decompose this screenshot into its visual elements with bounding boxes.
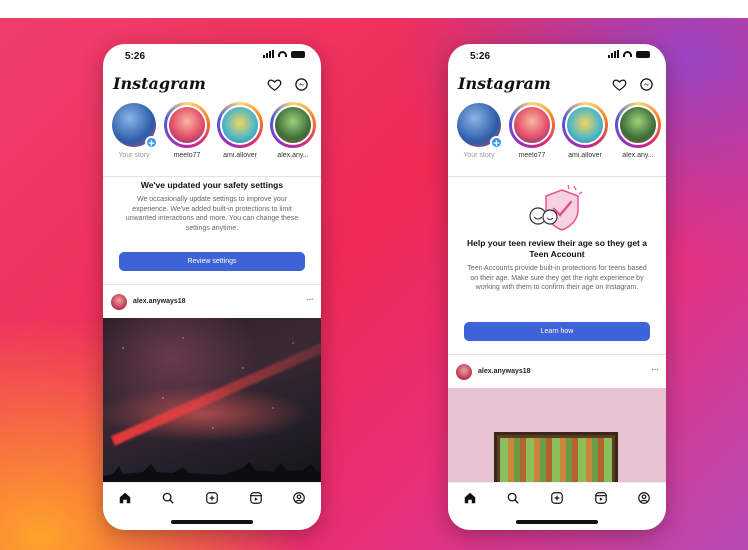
home-icon[interactable] — [118, 491, 132, 505]
notice-body: We occasionally update settings to impro… — [125, 196, 299, 232]
app-header: Instagram — [448, 70, 666, 98]
notice-title: We've updated your safety settings — [140, 180, 284, 190]
instagram-logo: Instagram — [458, 74, 551, 93]
search-icon[interactable] — [506, 491, 520, 505]
post-header: alex.anyways18 ··· — [448, 360, 666, 386]
add-story-icon[interactable]: + — [490, 136, 503, 150]
story-username: meelo77 — [518, 152, 546, 159]
status-bar: 5:26 — [448, 44, 666, 66]
learn-how-button[interactable]: Learn how — [464, 322, 650, 341]
story-username: meelo77 — [173, 152, 201, 159]
divider — [103, 284, 321, 285]
notice-title: Help your teen review their age so they … — [467, 238, 647, 259]
status-time: 5:26 — [470, 51, 491, 62]
story-username: ami.allover — [223, 152, 257, 159]
reels-icon[interactable] — [249, 491, 263, 505]
post-username[interactable]: alex.anyways18 — [478, 368, 531, 375]
home-indicator — [171, 520, 253, 524]
avatar — [618, 105, 658, 145]
story-item[interactable]: ami.allover — [562, 102, 608, 174]
avatar — [273, 105, 313, 145]
status-indicators — [608, 50, 650, 58]
review-settings-button[interactable]: Review settings — [119, 252, 305, 271]
tree-silhouette — [103, 462, 321, 482]
wifi-icon — [278, 51, 287, 57]
status-indicators — [263, 50, 305, 58]
teen-shield-illustration — [529, 184, 583, 231]
status-time: 5:26 — [125, 51, 146, 62]
story-item[interactable]: + Your story — [456, 102, 503, 174]
add-story-icon[interactable]: + — [145, 136, 158, 150]
avatar — [167, 105, 207, 145]
post-header: alex.anyways18 ··· — [103, 290, 321, 316]
story-username: alex.any... — [277, 152, 309, 159]
home-icon[interactable] — [463, 491, 477, 505]
status-bar: 5:26 — [103, 44, 321, 66]
story-item[interactable]: ami.allover — [217, 102, 263, 174]
divider — [103, 176, 321, 177]
home-indicator — [516, 520, 598, 524]
avatar — [565, 105, 605, 145]
bottom-tab-bar — [448, 482, 666, 513]
story-item[interactable]: meelo77 — [509, 102, 555, 174]
avatar — [512, 105, 552, 145]
top-banner-strip — [0, 0, 748, 18]
post-image-night-sky[interactable] — [103, 318, 321, 482]
story-username: ami.allover — [568, 152, 602, 159]
cropped-headline-graphic — [0, 0, 748, 16]
battery-icon — [291, 50, 305, 58]
story-item[interactable]: alex.any... — [615, 102, 661, 174]
story-item[interactable]: meelo77 — [164, 102, 210, 174]
instagram-logo: Instagram — [113, 74, 206, 93]
phone-safety-settings: 5:26 Instagram + Your story meelo77 ami.… — [103, 44, 321, 530]
stories-tray: + Your story meelo77 ami.allover alex.an… — [103, 102, 321, 174]
post-image-wall-art[interactable] — [448, 388, 666, 482]
divider — [448, 176, 666, 177]
avatar[interactable] — [456, 364, 472, 380]
more-options-icon[interactable]: ··· — [651, 364, 659, 375]
heart-icon[interactable] — [612, 77, 627, 92]
messenger-icon[interactable] — [294, 77, 309, 92]
safety-notice: We've updated your safety settings We oc… — [103, 180, 321, 233]
story-item[interactable]: + Your story — [111, 102, 158, 174]
teen-account-notice: Help your teen review their age so they … — [448, 238, 666, 293]
signal-icon — [263, 50, 274, 58]
profile-icon[interactable] — [292, 491, 306, 505]
search-icon[interactable] — [161, 491, 175, 505]
avatar[interactable] — [111, 294, 127, 310]
wifi-icon — [623, 51, 632, 57]
divider — [448, 354, 666, 355]
story-username: alex.any... — [622, 152, 654, 159]
profile-icon[interactable] — [637, 491, 651, 505]
framed-artwork — [494, 432, 618, 482]
stories-tray: + Your story meelo77 ami.allover alex.an… — [448, 102, 666, 174]
messenger-icon[interactable] — [639, 77, 654, 92]
bottom-tab-bar — [103, 482, 321, 513]
signal-icon — [608, 50, 619, 58]
phone-teen-account: 5:26 Instagram + Your story meelo77 ami.… — [448, 44, 666, 530]
create-icon[interactable] — [550, 491, 564, 505]
more-options-icon[interactable]: ··· — [306, 294, 314, 305]
create-icon[interactable] — [205, 491, 219, 505]
story-username: Your story — [118, 152, 150, 159]
heart-icon[interactable] — [267, 77, 282, 92]
reels-icon[interactable] — [594, 491, 608, 505]
battery-icon — [636, 50, 650, 58]
post-username[interactable]: alex.anyways18 — [133, 298, 186, 305]
story-username: Your story — [463, 152, 495, 159]
app-header: Instagram — [103, 70, 321, 98]
story-item[interactable]: alex.any... — [270, 102, 316, 174]
avatar — [220, 105, 260, 145]
notice-body: Teen Accounts provide built-in protectio… — [467, 265, 647, 291]
